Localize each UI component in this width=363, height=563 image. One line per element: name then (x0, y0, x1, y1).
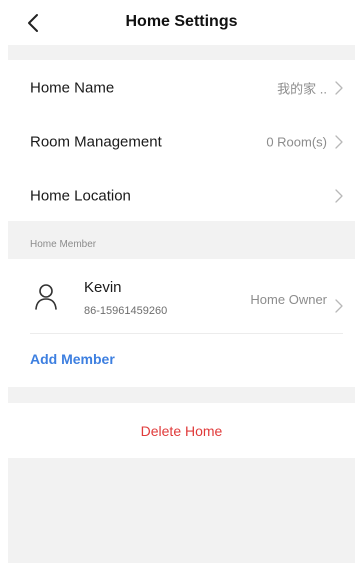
member-phone: 86-15961459260 (84, 305, 168, 317)
home-name-label: Home Name (30, 79, 115, 96)
settings-card: Home Name 我的家 .. Room Management 0 Room(… (8, 60, 355, 221)
members-card (8, 259, 355, 387)
add-member-button[interactable]: Add Member (30, 351, 115, 367)
header-bar: Home Settings (8, 0, 355, 45)
user-icon (35, 284, 57, 310)
home-settings-screen: Home Settings Home Name 我的家 .. Room Mana… (8, 0, 355, 563)
home-location-row[interactable]: Home Location (8, 169, 355, 222)
home-name-row[interactable]: Home Name 我的家 .. (8, 61, 355, 114)
home-name-value: 我的家 .. (277, 81, 327, 96)
home-location-label: Home Location (30, 187, 131, 204)
room-management-row[interactable]: Room Management 0 Room(s) (8, 115, 355, 168)
chevron-right-icon (335, 134, 343, 149)
home-member-section-label: Home Member (30, 239, 97, 250)
room-management-label: Room Management (30, 133, 162, 150)
divider (30, 333, 343, 334)
page-title: Home Settings (125, 13, 238, 30)
member-name: Kevin (84, 279, 122, 296)
room-count-value: 0 Room(s) (266, 134, 327, 149)
chevron-right-icon (335, 80, 343, 95)
delete-home-button[interactable]: Delete Home (8, 423, 355, 439)
chevron-right-icon (335, 299, 343, 313)
member-role: Home Owner (250, 292, 327, 307)
chevron-right-icon (335, 188, 343, 203)
